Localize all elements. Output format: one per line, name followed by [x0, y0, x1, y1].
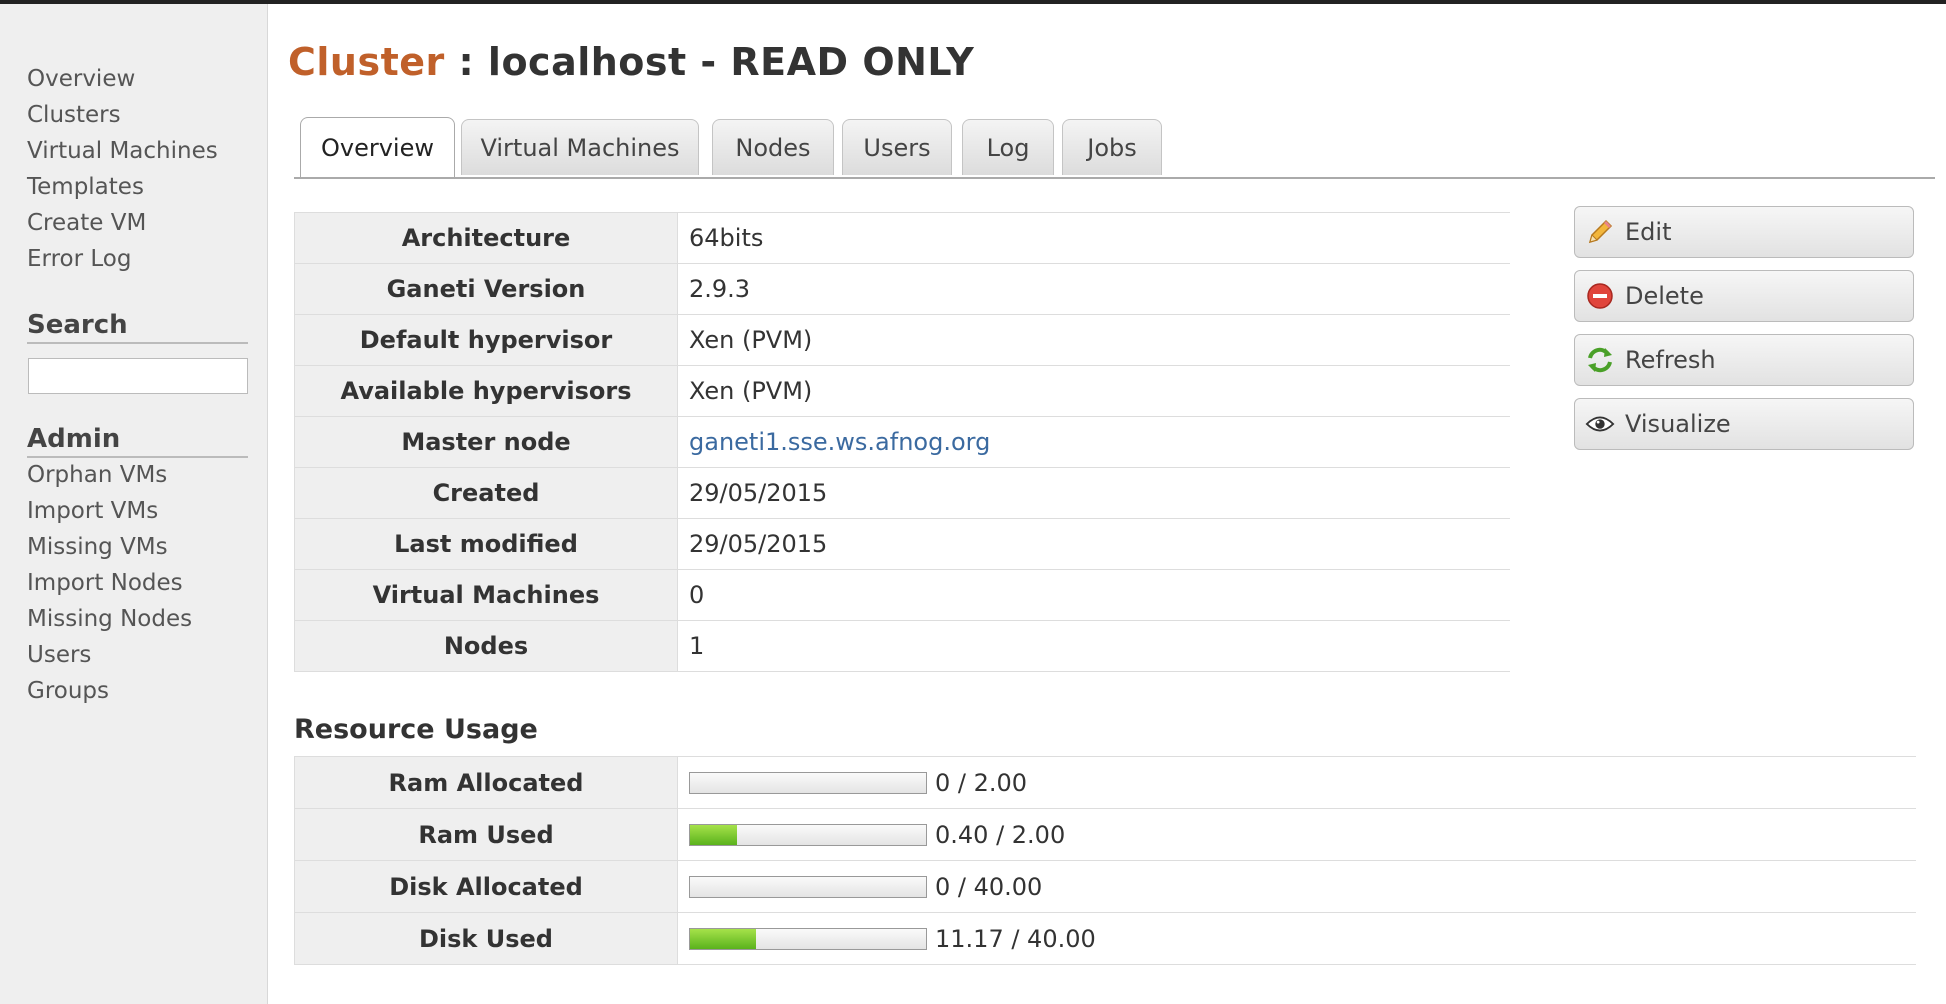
row-label: Nodes — [294, 620, 678, 672]
tab-overview[interactable]: Overview — [300, 117, 455, 177]
progress-bar — [689, 876, 927, 898]
row-label: Available hypervisors — [294, 365, 678, 417]
row-value: Xen (PVM) — [677, 365, 1510, 417]
delete-label: Delete — [1625, 282, 1704, 310]
table-row: Virtual Machines 0 — [294, 569, 1510, 621]
row-label: Master node — [294, 416, 678, 468]
master-node-link[interactable]: ganeti1.sse.ws.afnog.org — [689, 428, 990, 456]
resource-usage-heading: Resource Usage — [294, 714, 538, 745]
sidebar-item-import-nodes[interactable]: Import Nodes — [27, 568, 183, 598]
cluster-info-table: Architecture 64bits Ganeti Version 2.9.3 D… — [294, 212, 1510, 672]
row-value: 29/05/2015 — [677, 518, 1510, 570]
usage-text: 0 / 2.00 — [935, 769, 1028, 797]
delete-button[interactable]: Delete — [1574, 270, 1914, 322]
refresh-label: Refresh — [1625, 346, 1716, 374]
table-row: Created 29/05/2015 — [294, 467, 1510, 519]
edit-button[interactable]: Edit — [1574, 206, 1914, 258]
row-value: 1 — [677, 620, 1510, 672]
master-node-cell: ganeti1.sse.ws.afnog.org — [677, 416, 1510, 468]
tab-nodes[interactable]: Nodes — [712, 119, 834, 175]
eye-icon — [1585, 409, 1615, 439]
tab-log[interactable]: Log — [962, 119, 1054, 175]
progress-bar — [689, 772, 927, 794]
sidebar-item-import-vms[interactable]: Import VMs — [27, 496, 158, 526]
sidebar-item-virtual-machines[interactable]: Virtual Machines — [27, 136, 218, 166]
usage-text: 0 / 40.00 — [935, 873, 1043, 901]
sidebar-item-clusters[interactable]: Clusters — [27, 100, 121, 130]
row-label: Disk Used — [294, 912, 678, 965]
table-row: Default hypervisor Xen (PVM) — [294, 314, 1510, 366]
row-value: 0.40 / 2.00 — [677, 808, 1916, 861]
row-label: Ram Used — [294, 808, 678, 861]
tab-jobs[interactable]: Jobs — [1062, 119, 1162, 175]
table-row: Master node ganeti1.sse.ws.afnog.org — [294, 416, 1510, 468]
row-label: Default hypervisor — [294, 314, 678, 366]
row-value: 0 / 2.00 — [677, 756, 1916, 809]
table-row: Ram Used 0.40 / 2.00 — [294, 808, 1916, 861]
sidebar-item-create-vm[interactable]: Create VM — [27, 208, 146, 238]
sidebar-item-users[interactable]: Users — [27, 640, 91, 670]
sidebar-item-error-log[interactable]: Error Log — [27, 244, 131, 274]
sidebar: Overview Clusters Virtual Machines Templ… — [0, 4, 268, 1004]
search-heading: Search — [27, 308, 248, 344]
refresh-icon — [1585, 345, 1615, 375]
row-label: Created — [294, 467, 678, 519]
table-row: Ganeti Version 2.9.3 — [294, 263, 1510, 315]
row-label: Last modified — [294, 518, 678, 570]
page-title-accent: Cluster — [288, 40, 445, 84]
sidebar-item-groups[interactable]: Groups — [27, 676, 109, 706]
progress-fill — [690, 929, 757, 949]
row-value: 2.9.3 — [677, 263, 1510, 315]
visualize-label: Visualize — [1625, 410, 1731, 438]
row-label: Ram Allocated — [294, 756, 678, 809]
edit-label: Edit — [1625, 218, 1672, 246]
usage-text: 11.17 / 40.00 — [935, 925, 1096, 953]
table-row: Ram Allocated 0 / 2.00 — [294, 756, 1916, 809]
sidebar-item-templates[interactable]: Templates — [27, 172, 144, 202]
table-row: Disk Allocated 0 / 40.00 — [294, 860, 1916, 913]
admin-heading: Admin — [27, 422, 248, 458]
search-input[interactable] — [28, 358, 248, 394]
tab-bar: Overview Virtual Machines Nodes Users Lo… — [294, 117, 1935, 179]
row-value: 0 / 40.00 — [677, 860, 1916, 913]
table-row: Last modified 29/05/2015 — [294, 518, 1510, 570]
tab-virtual-machines[interactable]: Virtual Machines — [461, 119, 699, 175]
row-value: 11.17 / 40.00 — [677, 912, 1916, 965]
row-label: Virtual Machines — [294, 569, 678, 621]
refresh-button[interactable]: Refresh — [1574, 334, 1914, 386]
sidebar-item-overview[interactable]: Overview — [27, 64, 135, 94]
progress-bar — [689, 928, 927, 950]
table-row: Disk Used 11.17 / 40.00 — [294, 912, 1916, 965]
sidebar-item-missing-vms[interactable]: Missing VMs — [27, 532, 168, 562]
table-row: Architecture 64bits — [294, 212, 1510, 264]
row-label: Ganeti Version — [294, 263, 678, 315]
row-label: Disk Allocated — [294, 860, 678, 913]
row-value: 0 — [677, 569, 1510, 621]
top-bar — [0, 0, 1946, 4]
sidebar-item-missing-nodes[interactable]: Missing Nodes — [27, 604, 192, 634]
usage-text: 0.40 / 2.00 — [935, 821, 1066, 849]
table-row: Available hypervisors Xen (PVM) — [294, 365, 1510, 417]
tab-users[interactable]: Users — [842, 119, 952, 175]
row-value: Xen (PVM) — [677, 314, 1510, 366]
resource-usage-table: Ram Allocated 0 / 2.00 Ram Used 0.40 / 2.0… — [294, 756, 1916, 965]
page-title-text: : localhost - READ ONLY — [444, 40, 975, 84]
visualize-button[interactable]: Visualize — [1574, 398, 1914, 450]
pencil-icon — [1585, 217, 1615, 247]
progress-fill — [690, 825, 738, 845]
row-label: Architecture — [294, 212, 678, 264]
row-value: 29/05/2015 — [677, 467, 1510, 519]
sidebar-item-orphan-vms[interactable]: Orphan VMs — [27, 460, 167, 490]
page-title: Cluster : localhost - READ ONLY — [288, 40, 974, 84]
table-row: Nodes 1 — [294, 620, 1510, 672]
row-value: 64bits — [677, 212, 1510, 264]
progress-bar — [689, 824, 927, 846]
delete-icon — [1585, 281, 1615, 311]
